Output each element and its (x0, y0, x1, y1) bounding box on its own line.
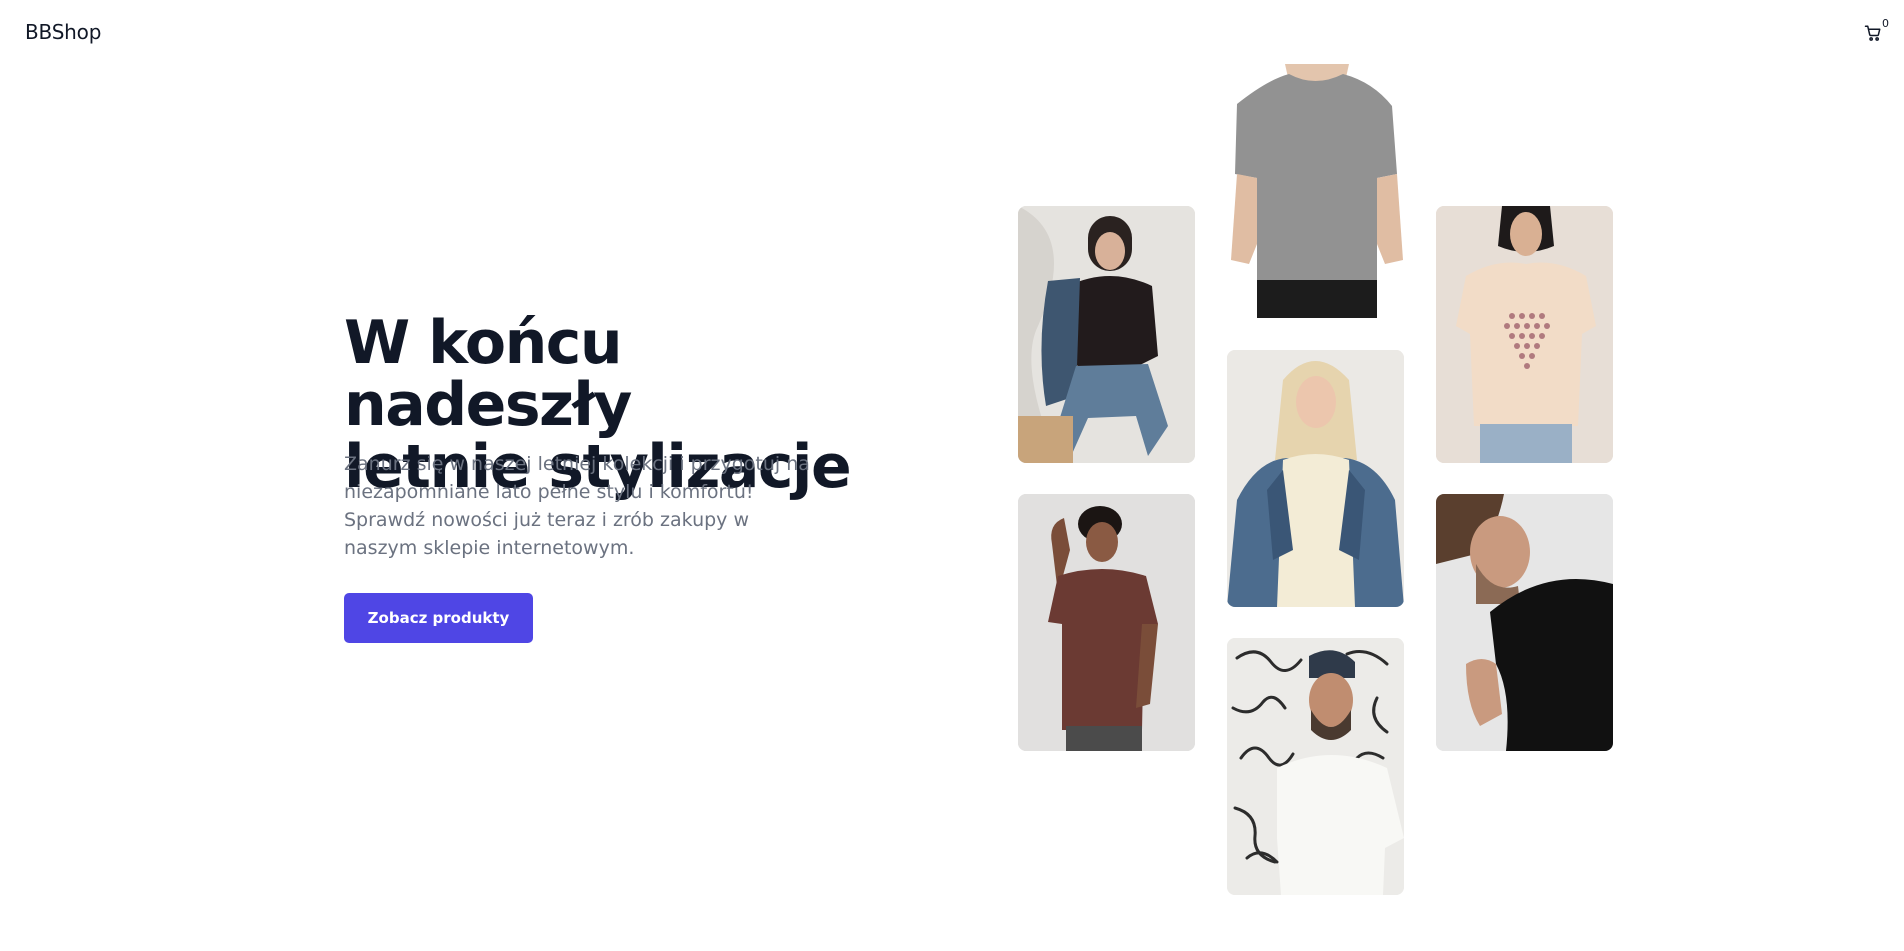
cart-count-badge: 0 (1882, 17, 1889, 30)
product-image-man-black-tshirt (1436, 494, 1613, 751)
product-image-woman-peach-tshirt (1436, 206, 1613, 463)
hero-title-line-1: W końcu nadeszły (344, 308, 632, 440)
hero-description: Zanurz się w naszej letniej kolekcji i p… (344, 453, 810, 559)
product-image-man-brown-tshirt (1018, 494, 1195, 751)
view-products-button[interactable]: Zobacz produkty (344, 593, 533, 643)
cart-button[interactable]: 0 (1862, 17, 1892, 46)
product-image-man-white-tshirt (1227, 638, 1404, 895)
product-image-woman-denim-jacket (1018, 206, 1195, 463)
product-image-grey-tshirt (1227, 64, 1404, 318)
product-image-woman-cream-top (1227, 350, 1404, 607)
page: BBShop 0 W końcu nadeszły letnie stylizac… (0, 0, 1904, 951)
brand-logo[interactable]: BBShop (25, 20, 101, 44)
cart-icon (1864, 25, 1881, 41)
